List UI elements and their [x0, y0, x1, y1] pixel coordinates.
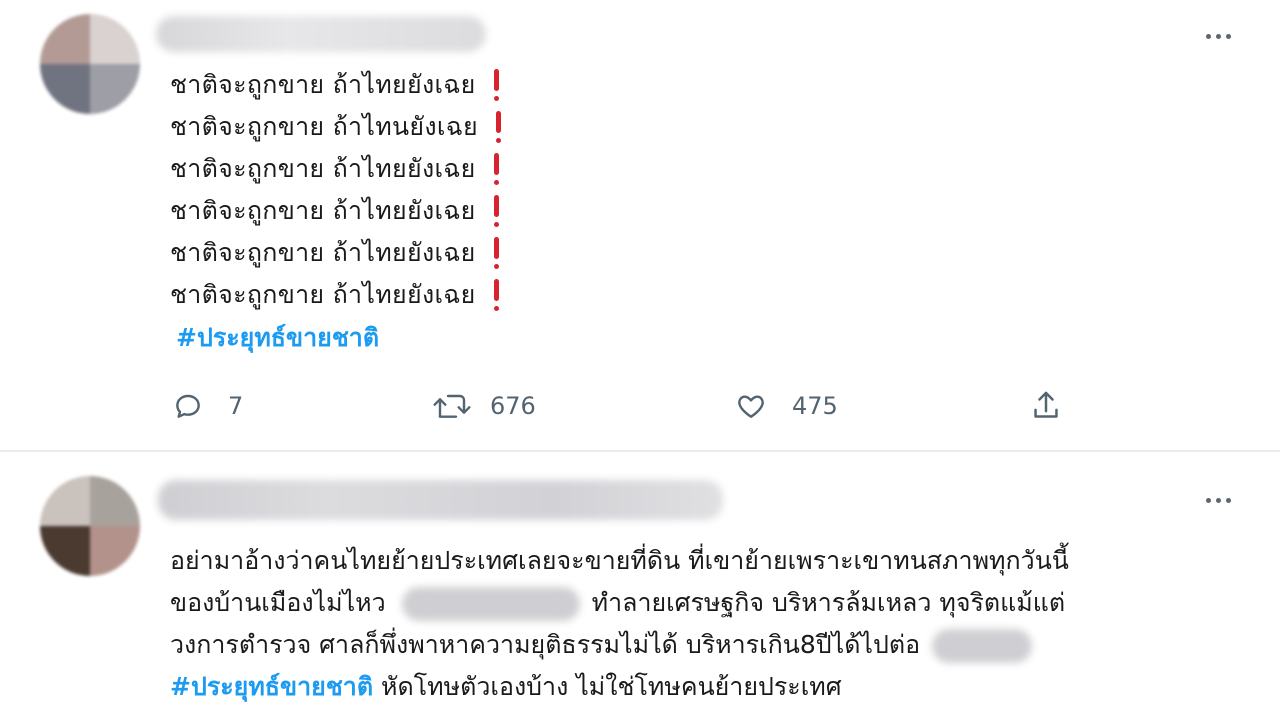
reply-button[interactable]: 7: [172, 388, 243, 424]
like-button[interactable]: 475: [734, 388, 838, 424]
tweet-line: ชาติจะถูกขาย ถ้าไทยยังเฉย: [170, 64, 502, 106]
author-name-blurred[interactable]: [158, 480, 723, 520]
heart-icon: [738, 395, 764, 418]
tweet-text: อย่ามาอ้างว่าคนไทยย้ายประเทศเลยจะขายที่ด…: [170, 540, 1230, 708]
more-icon[interactable]: [1198, 490, 1238, 510]
tweet-line: ชาติจะถูกขาย ถ้าไทยยังเฉย: [170, 190, 502, 232]
avatar[interactable]: [40, 14, 140, 114]
hashtag-link[interactable]: #ประยุทธ์ขายชาติ: [176, 318, 379, 358]
tweet-line: ชาติจะถูกขาย ถ้าไทยยังเฉย: [170, 148, 502, 190]
tweet-line: ชาติจะถูกขาย ถ้าไทยยังเฉย: [170, 232, 502, 274]
hashtag-link[interactable]: #ประยุทธ์ขายชาติ: [170, 672, 373, 701]
exclamation-icon: [493, 237, 500, 269]
more-icon[interactable]: [1198, 26, 1238, 46]
tweet-line: ชาติจะถูกขาย ถ้าไทนยังเฉย: [170, 106, 502, 148]
tweet-text: ชาติจะถูกขาย ถ้าไทยยังเฉย ชาติจะถูกขาย ถ…: [170, 64, 502, 316]
share-icon: [1034, 391, 1058, 418]
exclamation-icon: [496, 111, 502, 143]
tweet-text-segment: วงการตำรวจ ศาลก็พึ่งพาหาความยุติธรรมไม่ไ…: [170, 630, 921, 659]
tweet-line: ชาติจะถูกขาย ถ้าไทยยังเฉย: [170, 274, 502, 316]
avatar[interactable]: [40, 476, 140, 576]
reply-count: 7: [228, 392, 244, 420]
tweet-line: ของบ้านเมืองไม่ไหว ทำลายเศรษฐกิจ บริหารล…: [170, 582, 1230, 624]
tweet-text-segment: ทำลายเศรษฐกิจ บริหารล้มเหลว ทุจริตแม้แต่: [591, 588, 1066, 617]
tweet-text-segment: ของบ้านเมืองไม่ไหว: [170, 588, 386, 617]
retweet-button[interactable]: 676: [432, 388, 536, 424]
redacted-text: [932, 629, 1033, 663]
like-count: 475: [792, 392, 838, 420]
retweet-count: 676: [490, 392, 536, 420]
exclamation-icon: [493, 279, 500, 311]
author-name-blurred[interactable]: [156, 16, 486, 52]
tweet-line: วงการตำรวจ ศาลก็พึ่งพาหาความยุติธรรมไม่ไ…: [170, 624, 1230, 666]
exclamation-icon: [493, 195, 500, 227]
exclamation-icon: [493, 69, 500, 101]
tweet-line: #ประยุทธ์ขายชาติ หัดโทษตัวเองบ้าง ไม่ใช่…: [170, 666, 1230, 708]
reply-icon: [176, 394, 200, 418]
retweet-icon: [433, 394, 471, 418]
tweet-1[interactable]: ชาติจะถูกขาย ถ้าไทยยังเฉย ชาติจะถูกขาย ถ…: [0, 0, 1280, 452]
redacted-text: [401, 587, 580, 621]
tweet-text-segment: หัดโทษตัวเองบ้าง ไม่ใช่โทษคนย้ายประเทศ: [373, 672, 842, 701]
share-button[interactable]: [1030, 388, 1062, 424]
tweet-line: อย่ามาอ้างว่าคนไทยย้ายประเทศเลยจะขายที่ด…: [170, 546, 1069, 575]
exclamation-icon: [493, 153, 500, 185]
